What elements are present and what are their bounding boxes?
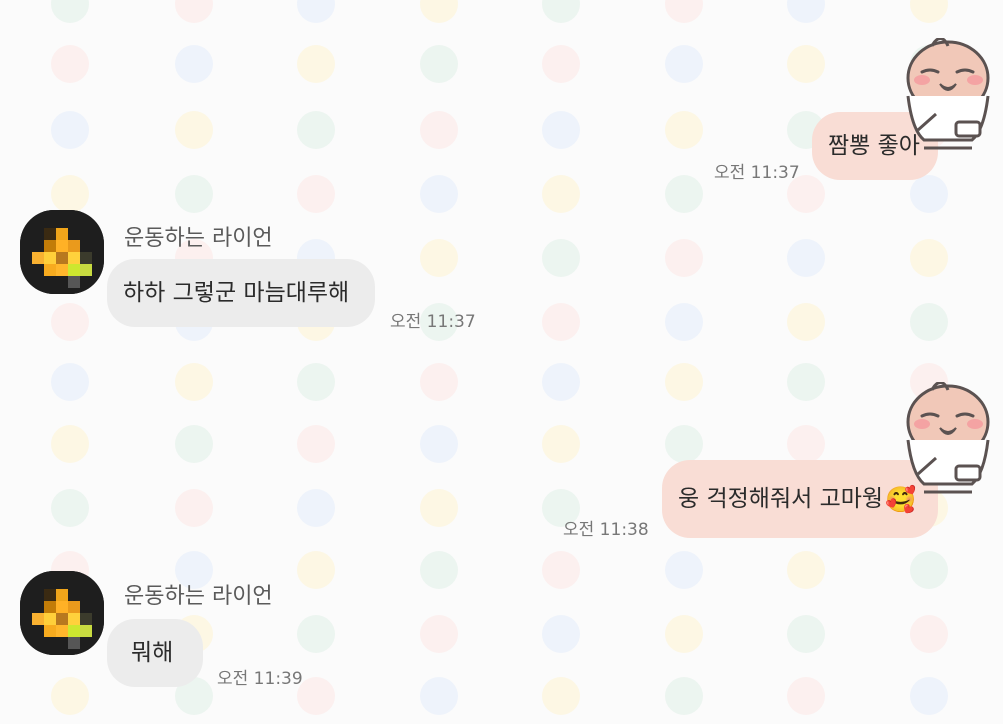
message-text: 웅 걱정해줘서 고마웡 (678, 485, 884, 512)
sender-name: 운동하는 라이언 (124, 226, 273, 251)
message-text: 뭐해 (131, 639, 174, 666)
message-timestamp: 오전 11:37 (390, 312, 476, 332)
sender-avatar[interactable] (20, 571, 104, 655)
peach-character-icon (902, 382, 998, 502)
chat-message-list[interactable]: 오전 11:37 짬뽕 좋아 운동하는 라이언 하하 그렇군 마늠대루해 오전 … (0, 0, 1003, 724)
sender-avatar[interactable] (20, 210, 104, 294)
pixelated-avatar-icon (20, 571, 104, 655)
pixelated-avatar-icon (20, 210, 104, 294)
outgoing-message-bubble[interactable]: 웅 걱정해줘서 고마웡 🥰 (662, 460, 938, 538)
message-timestamp: 오전 11:37 (714, 163, 800, 183)
peach-character-icon (902, 38, 998, 158)
message-timestamp: 오전 11:39 (217, 669, 303, 689)
message-timestamp: 오전 11:38 (563, 520, 649, 540)
message-text: 하하 그렇군 마늠대루해 (123, 279, 350, 306)
sender-name: 운동하는 라이언 (124, 584, 273, 609)
incoming-message-bubble[interactable]: 뭐해 (107, 619, 203, 687)
incoming-message-bubble[interactable]: 하하 그렇군 마늠대루해 (107, 259, 375, 327)
